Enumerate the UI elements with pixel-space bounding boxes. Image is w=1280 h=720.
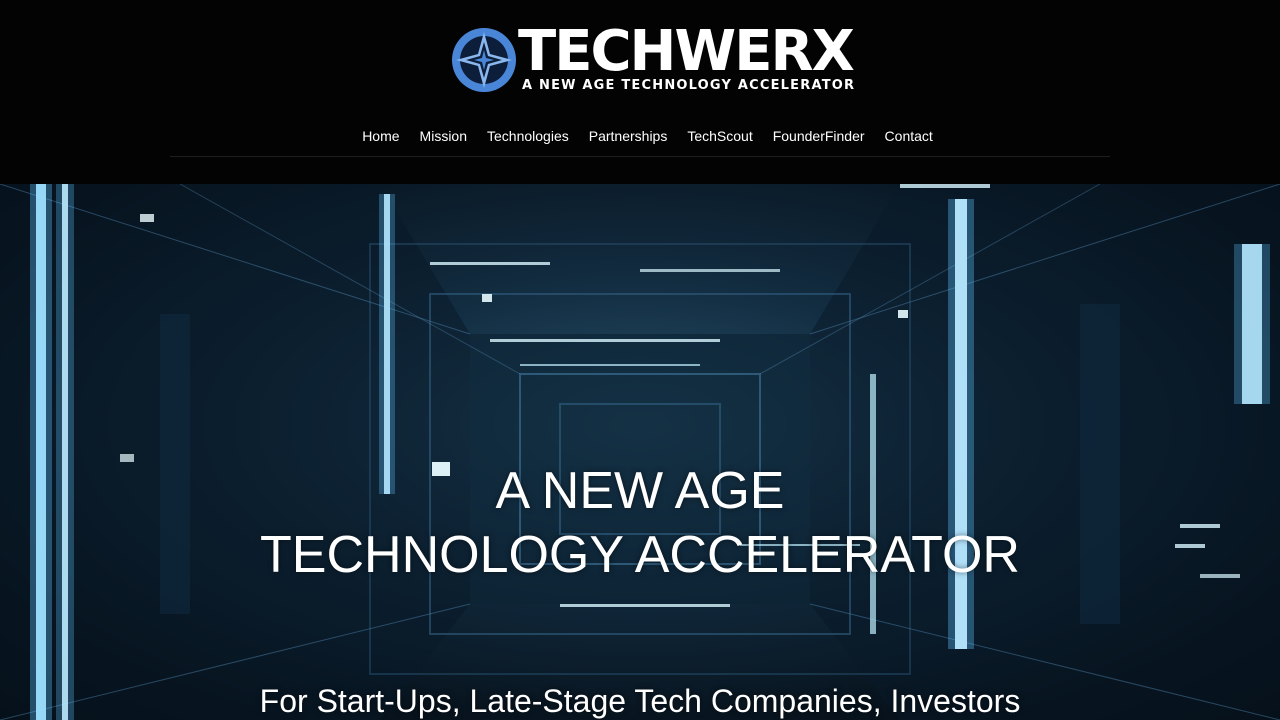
hero-background-image — [0, 184, 1280, 720]
nav-item-techscout[interactable]: TechScout — [687, 124, 752, 148]
nav-item-home[interactable]: Home — [362, 124, 399, 148]
nav-item-mission[interactable]: Mission — [420, 124, 467, 148]
hero-title-line1: A NEW AGE — [495, 461, 785, 520]
logo-tagline: A NEW AGE TECHNOLOGY ACCELERATOR — [522, 78, 856, 93]
hero-title: A NEW AGE TECHNOLOGY ACCELERATOR — [0, 459, 1280, 587]
nav-divider — [170, 156, 1110, 157]
nav-item-technologies[interactable]: Technologies — [487, 124, 569, 148]
main-nav: Home Mission Technologies Partnerships T… — [0, 124, 1280, 148]
nav-item-partnerships[interactable]: Partnerships — [589, 124, 668, 148]
hero-title-line2: TECHNOLOGY ACCELERATOR — [260, 525, 1020, 584]
nav-item-founderfinder[interactable]: FounderFinder — [773, 124, 865, 148]
nav-item-contact[interactable]: Contact — [885, 124, 933, 148]
logo-wordmark: TECHWERX — [518, 19, 855, 84]
hero-section: A NEW AGE TECHNOLOGY ACCELERATOR For Sta… — [0, 184, 1280, 720]
logo-icon — [452, 28, 516, 92]
site-header: TECHWERX A NEW AGE TECHNOLOGY ACCELERATO… — [0, 0, 1280, 184]
hero-subtitle: For Start-Ups, Late-Stage Tech Companies… — [259, 683, 1021, 719]
logo[interactable]: TECHWERX A NEW AGE TECHNOLOGY ACCELERATO… — [450, 19, 855, 96]
